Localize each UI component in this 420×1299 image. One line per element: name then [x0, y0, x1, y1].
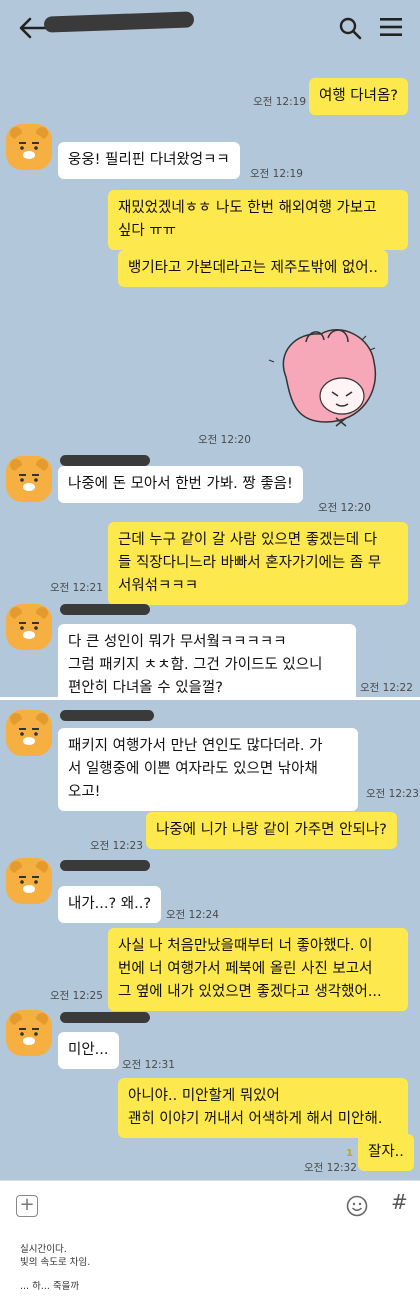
ryan-character-icon: [10, 127, 48, 164]
my-message-bubble: 뱅기타고 가본데라고는 제주도밖에 없어..: [118, 250, 388, 287]
chat-screenshot-bottom: 패키지 여행가서 만난 연인도 많다더라. 가 서 일행중에 이쁜 여자라도 있…: [0, 700, 420, 1180]
message-time: 오전 12:21: [50, 582, 103, 594]
friend-name-redacted: [60, 604, 150, 615]
message-time: 오전 12:24: [166, 909, 219, 921]
friend-avatar[interactable]: [6, 124, 52, 170]
chat-header: [0, 0, 420, 56]
message-time: 오전 12:23: [366, 788, 419, 800]
message-time: 오전 12:23: [90, 840, 143, 852]
friend-avatar[interactable]: [6, 604, 52, 650]
caption-line: ... 하... 죽을까: [20, 1281, 80, 1292]
message-time: 오전 12:19: [250, 168, 303, 180]
ryan-character-icon: [10, 459, 48, 496]
caption-line: 빛의 속도로 차임.: [20, 1257, 91, 1268]
message-time: 오전 12:19: [253, 96, 306, 108]
my-message-bubble: 근데 누구 같이 갈 사람 있으면 좋겠는데 다 들 직장다니느라 바빠서 혼자…: [108, 522, 408, 605]
caption-line: 실시간이다.: [20, 1244, 67, 1255]
friend-name-redacted: [60, 710, 154, 721]
hash-search-button[interactable]: #: [391, 1190, 408, 1214]
message-input-bar: + #: [0, 1180, 420, 1228]
their-message-bubble: 미안...: [58, 1032, 119, 1069]
message-time: 오전 12:22: [360, 682, 413, 694]
message-time: 오전 12:31: [122, 1059, 175, 1071]
ryan-character-icon: [10, 861, 48, 898]
search-icon[interactable]: [338, 16, 362, 40]
their-message-bubble: 웅웅! 필리핀 다녀왔엉ㅋㅋ: [58, 142, 240, 179]
ryan-character-icon: [10, 1013, 48, 1050]
message-time: 오전 12:32: [304, 1162, 357, 1174]
menu-icon[interactable]: [380, 17, 402, 37]
message-time: 오전 12:25: [50, 990, 103, 1002]
my-message-bubble: 나중에 니가 나랑 같이 가주면 안되나?: [146, 812, 397, 849]
friend-avatar[interactable]: [6, 1010, 52, 1056]
friend-avatar[interactable]: [6, 456, 52, 502]
their-message-bubble: 패키지 여행가서 만난 연인도 많다더라. 가 서 일행중에 이쁜 여자라도 있…: [58, 728, 358, 811]
friend-avatar[interactable]: [6, 710, 52, 756]
their-message-bubble: 다 큰 성인이 뭐가 무서웤ㅋㅋㅋㅋㅋ 그럼 패키지 ㅊㅊ함. 그건 가이드도 …: [58, 624, 356, 697]
chat-title-redacted: [43, 11, 195, 33]
my-message-bubble: 아니야.. 미안할게 뭐있어 괜히 이야기 꺼내서 어색하게 해서 미안해.: [118, 1078, 408, 1138]
attach-plus-button[interactable]: +: [16, 1195, 38, 1217]
ryan-character-icon: [10, 713, 48, 750]
message-time: 오전 12:20: [318, 502, 371, 514]
chat-screenshot-top: 여행 다녀옴? 오전 12:19 웅웅! 필리핀 다녀왔엉ㅋㅋ 오전 12:19…: [0, 0, 420, 697]
pink-bunny-sticker: [268, 329, 376, 427]
my-message-bubble: 재밌었겠네ㅎㅎ 나도 한번 해외여행 가보고 싶다 ㅠㅠ: [108, 190, 408, 250]
unread-count: 1: [346, 1148, 353, 1159]
emoji-icon[interactable]: [346, 1195, 368, 1217]
friend-name-redacted: [60, 455, 150, 466]
friend-avatar[interactable]: [6, 858, 52, 904]
my-message-bubble: 사실 나 처음만났을때부터 너 좋아했다. 이 번에 너 여행가서 페북에 올린…: [108, 928, 408, 1011]
my-message-bubble: 여행 다녀옴?: [308, 78, 408, 115]
friend-name-redacted: [60, 1012, 150, 1023]
their-message-bubble: 나중에 돈 모아서 한번 가봐. 짱 좋음!: [58, 466, 303, 503]
ryan-character-icon: [10, 607, 48, 644]
friend-name-redacted: [60, 860, 150, 871]
my-message-bubble: 잘자..: [358, 1134, 414, 1171]
their-message-bubble: 내가...? 왜..?: [58, 886, 162, 923]
message-time: 오전 12:20: [198, 434, 251, 446]
